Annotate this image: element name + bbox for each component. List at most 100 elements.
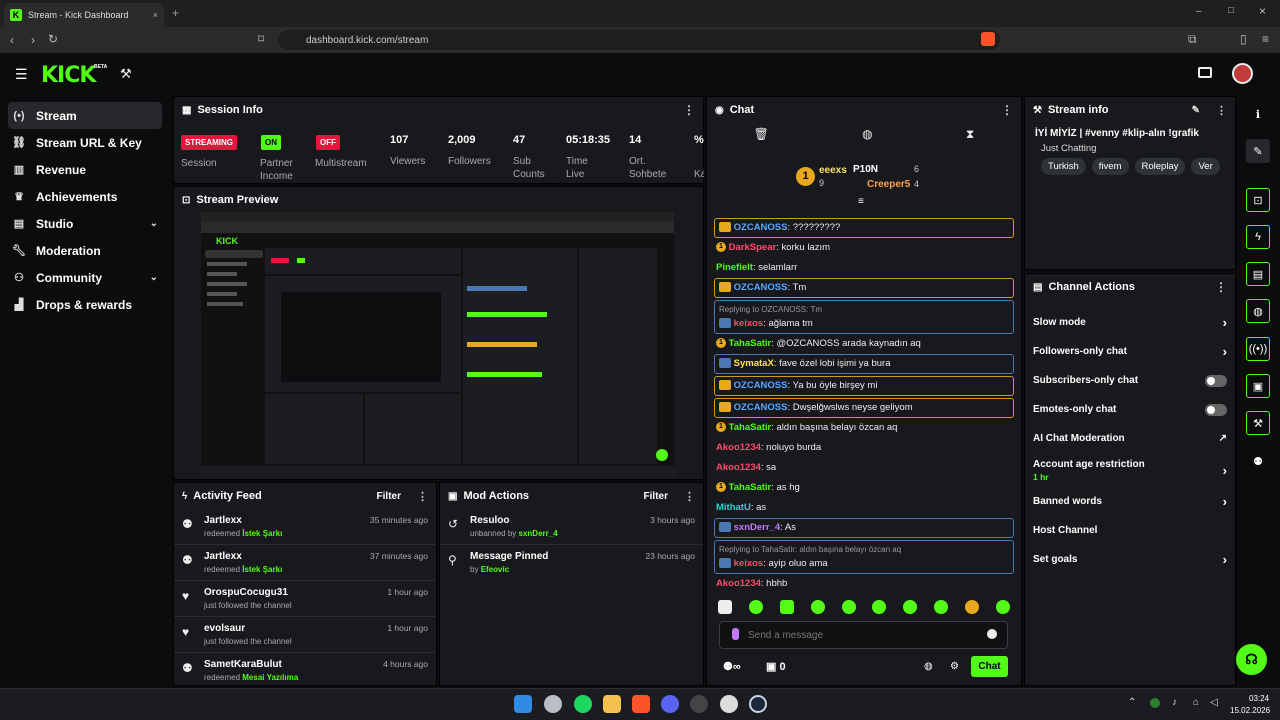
spotify-icon[interactable] <box>574 695 592 713</box>
sidebar-item-achievements[interactable]: ♛ Achievements <box>0 183 170 210</box>
edit-icon[interactable]: ✎ <box>1192 105 1200 116</box>
chat-rules-icon[interactable]: ◍ <box>924 661 933 672</box>
more-options-icon[interactable]: ⋮ <box>1215 280 1227 294</box>
emote-icon[interactable] <box>810 600 825 614</box>
info-icon[interactable]: ℹ <box>1246 102 1270 126</box>
file-explorer-icon[interactable] <box>603 695 621 713</box>
chat-footer-gifts[interactable]: ▣ 0 <box>766 660 786 673</box>
sidebar-toggle-icon[interactable]: ▯ <box>1240 32 1247 46</box>
help-support-icon[interactable]: ☊ <box>1236 644 1267 675</box>
moderator-name[interactable]: Efeovic <box>481 565 509 574</box>
hamburger-menu-icon[interactable]: ☰ <box>15 66 28 83</box>
sidebar-item-stream[interactable]: (•) Stream <box>8 102 162 129</box>
mod-filter-button[interactable]: Filter <box>644 491 668 502</box>
trash-icon[interactable]: 🗑︎ <box>754 127 769 141</box>
network-icon[interactable]: ⌂ <box>1193 697 1199 708</box>
more-options-icon[interactable]: ⋮ <box>683 103 695 117</box>
more-options-icon[interactable]: ⋮ <box>417 490 428 503</box>
minimize-button[interactable]: – <box>1196 6 1202 17</box>
hammer-icon[interactable]: ⚒ <box>120 66 132 82</box>
microphone-icon[interactable] <box>732 628 739 640</box>
chat-username[interactable]: MithatU <box>716 502 751 513</box>
mod-target-user[interactable]: Resuloo <box>470 515 558 526</box>
ai-moderation-action[interactable]: AI Chat Moderation ↗ <box>1025 424 1235 453</box>
discord-icon[interactable] <box>661 695 679 713</box>
chat-username[interactable]: OZCANOSS <box>734 402 788 413</box>
taskbar-app-icon[interactable] <box>690 695 708 713</box>
second-gifter-name[interactable]: P10N <box>853 164 878 175</box>
chat-username[interactable]: OZCANOSS <box>734 282 788 293</box>
sidebar-item-moderation[interactable]: 🔧︎ Moderation <box>0 237 170 264</box>
chat-username[interactable]: Akoo1234 <box>716 578 761 589</box>
sidebar-item-drops[interactable]: ▟ Drops & rewards <box>0 291 170 318</box>
banned-words-action[interactable]: Banned words › <box>1025 487 1235 516</box>
sidebar-item-revenue[interactable]: ▥ Revenue <box>0 156 170 183</box>
activity-user[interactable]: Jartlexx <box>204 551 282 562</box>
chat-username[interactable]: SymataX <box>734 358 774 369</box>
stream-video-player[interactable]: KICK <box>201 212 674 479</box>
emote-icon[interactable] <box>779 600 794 614</box>
category-name[interactable]: Just Chatting <box>1041 143 1226 154</box>
expand-leaderboard-icon[interactable]: ≡ <box>858 196 864 207</box>
subscribers-only-toggle[interactable] <box>1205 374 1227 387</box>
chat-username[interactable]: TahaSatir <box>729 482 772 493</box>
creator-view-icon[interactable] <box>1198 67 1212 78</box>
start-menu-icon[interactable] <box>514 695 532 713</box>
mod-actions-icon[interactable]: ▣ <box>1246 374 1270 398</box>
chat-bubble-icon[interactable]: ◍ <box>862 127 872 141</box>
close-tab-icon[interactable]: × <box>153 10 158 20</box>
emote-icon[interactable] <box>934 600 949 614</box>
third-gifter-name[interactable]: Creeper5 <box>867 179 910 190</box>
host-channel-action[interactable]: Host Channel <box>1025 516 1235 545</box>
new-tab-button[interactable]: + <box>172 6 179 20</box>
emote-icon[interactable] <box>841 600 856 614</box>
chat-username[interactable]: TahaSatir <box>729 422 772 433</box>
broadcast-icon[interactable]: ((•)) <box>1246 337 1270 361</box>
address-bar[interactable]: dashboard.kick.com/stream <box>278 30 1000 50</box>
taskbar-app-icon[interactable] <box>544 695 562 713</box>
activity-filter-button[interactable]: Filter <box>377 491 401 502</box>
chat-message-input[interactable] <box>748 626 968 644</box>
chat-username[interactable]: keixos <box>734 558 764 569</box>
moderator-name[interactable]: sxnDerr_4 <box>519 529 558 538</box>
stream-tag[interactable]: Turkish <box>1041 158 1086 175</box>
microphone-tray-icon[interactable]: ♪ <box>1172 697 1177 708</box>
emotes-only-toggle[interactable] <box>1205 403 1227 416</box>
set-goals-action[interactable]: Set goals › <box>1025 545 1235 574</box>
chat-settings-icon[interactable]: ⚙ <box>950 661 959 672</box>
points-icon[interactable]: ⚉ <box>1246 449 1270 473</box>
forward-icon[interactable]: › <box>31 33 35 47</box>
followers-only-action[interactable]: Followers-only chat › <box>1025 337 1235 366</box>
clock-time[interactable]: 03:24 <box>1249 694 1269 703</box>
user-avatar[interactable] <box>1232 63 1253 84</box>
slow-mode-action[interactable]: Slow mode › <box>1025 308 1235 337</box>
brave-shield-icon[interactable] <box>981 32 995 46</box>
browser-menu-icon[interactable]: ≡ <box>1262 32 1269 46</box>
volume-icon[interactable]: ◁ <box>1210 697 1218 708</box>
tray-expand-icon[interactable]: ⌃ <box>1128 697 1136 708</box>
chat-username[interactable]: OZCANOSS <box>734 380 788 391</box>
edit-icon[interactable]: ✎ <box>1246 139 1270 163</box>
emote-icon[interactable] <box>903 600 918 614</box>
chat-username[interactable]: Pinefielt <box>716 262 753 273</box>
brave-browser-icon[interactable] <box>632 695 650 713</box>
chat-username[interactable]: TahaSatir <box>729 338 772 349</box>
steam-icon[interactable] <box>749 695 767 713</box>
preview-icon[interactable]: ⊡ <box>1246 188 1270 212</box>
sidebar-item-studio[interactable]: ▤ Studio ⌄ <box>0 210 170 237</box>
emote-icon[interactable] <box>872 600 887 614</box>
stream-tag[interactable]: Roleplay <box>1134 158 1186 175</box>
more-options-icon[interactable]: ⋮ <box>1001 103 1013 117</box>
more-options-icon[interactable]: ⋮ <box>1216 104 1227 117</box>
emote-icon[interactable] <box>748 600 763 614</box>
kick-logo[interactable]: KICK <box>41 63 96 88</box>
emote-icon[interactable] <box>718 600 732 614</box>
chat-username[interactable]: DarkSpear <box>729 242 777 253</box>
activity-user[interactable]: evolsaur <box>204 623 292 634</box>
clock-date[interactable]: 15.02.2026 <box>1230 706 1270 715</box>
emoji-picker-icon[interactable] <box>987 629 997 639</box>
back-icon[interactable]: ‹ <box>10 33 14 47</box>
account-age-action[interactable]: Account age restriction 1 hr › <box>1025 453 1235 487</box>
chat-bubble-icon[interactable]: ◍ <box>1246 299 1270 323</box>
reload-icon[interactable]: ↻ <box>48 32 58 46</box>
